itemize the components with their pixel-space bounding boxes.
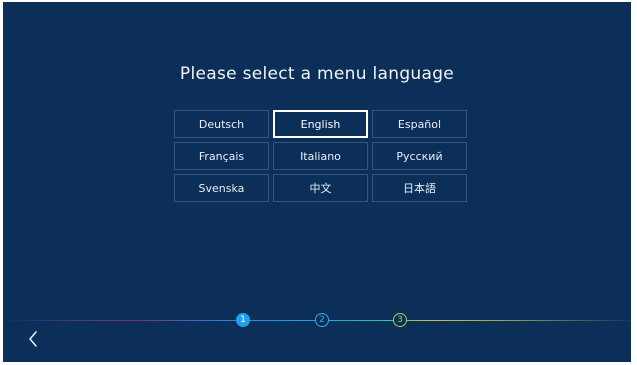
language-option-english[interactable]: English xyxy=(273,110,368,138)
language-grid: Deutsch English Español Français Italian… xyxy=(174,110,467,202)
language-option-italiano[interactable]: Italiano xyxy=(273,142,368,170)
chevron-left-icon xyxy=(29,331,37,347)
language-option-russian[interactable]: Русский xyxy=(372,142,467,170)
language-option-japanese[interactable]: 日本語 xyxy=(372,174,467,202)
page-title: Please select a menu language xyxy=(179,64,455,84)
back-button[interactable] xyxy=(24,328,42,350)
language-option-francais[interactable]: Français xyxy=(174,142,269,170)
step-indicator-2: 2 xyxy=(315,313,329,327)
step-indicator-3: 3 xyxy=(393,313,407,327)
language-option-svenska[interactable]: Svenska xyxy=(174,174,269,202)
language-option-chinese[interactable]: 中文 xyxy=(273,174,368,202)
step-indicator-1: 1 xyxy=(236,313,250,327)
language-option-deutsch[interactable]: Deutsch xyxy=(174,110,269,138)
setup-screen: Please select a menu language Deutsch En… xyxy=(3,2,631,362)
language-option-espanol[interactable]: Español xyxy=(372,110,467,138)
